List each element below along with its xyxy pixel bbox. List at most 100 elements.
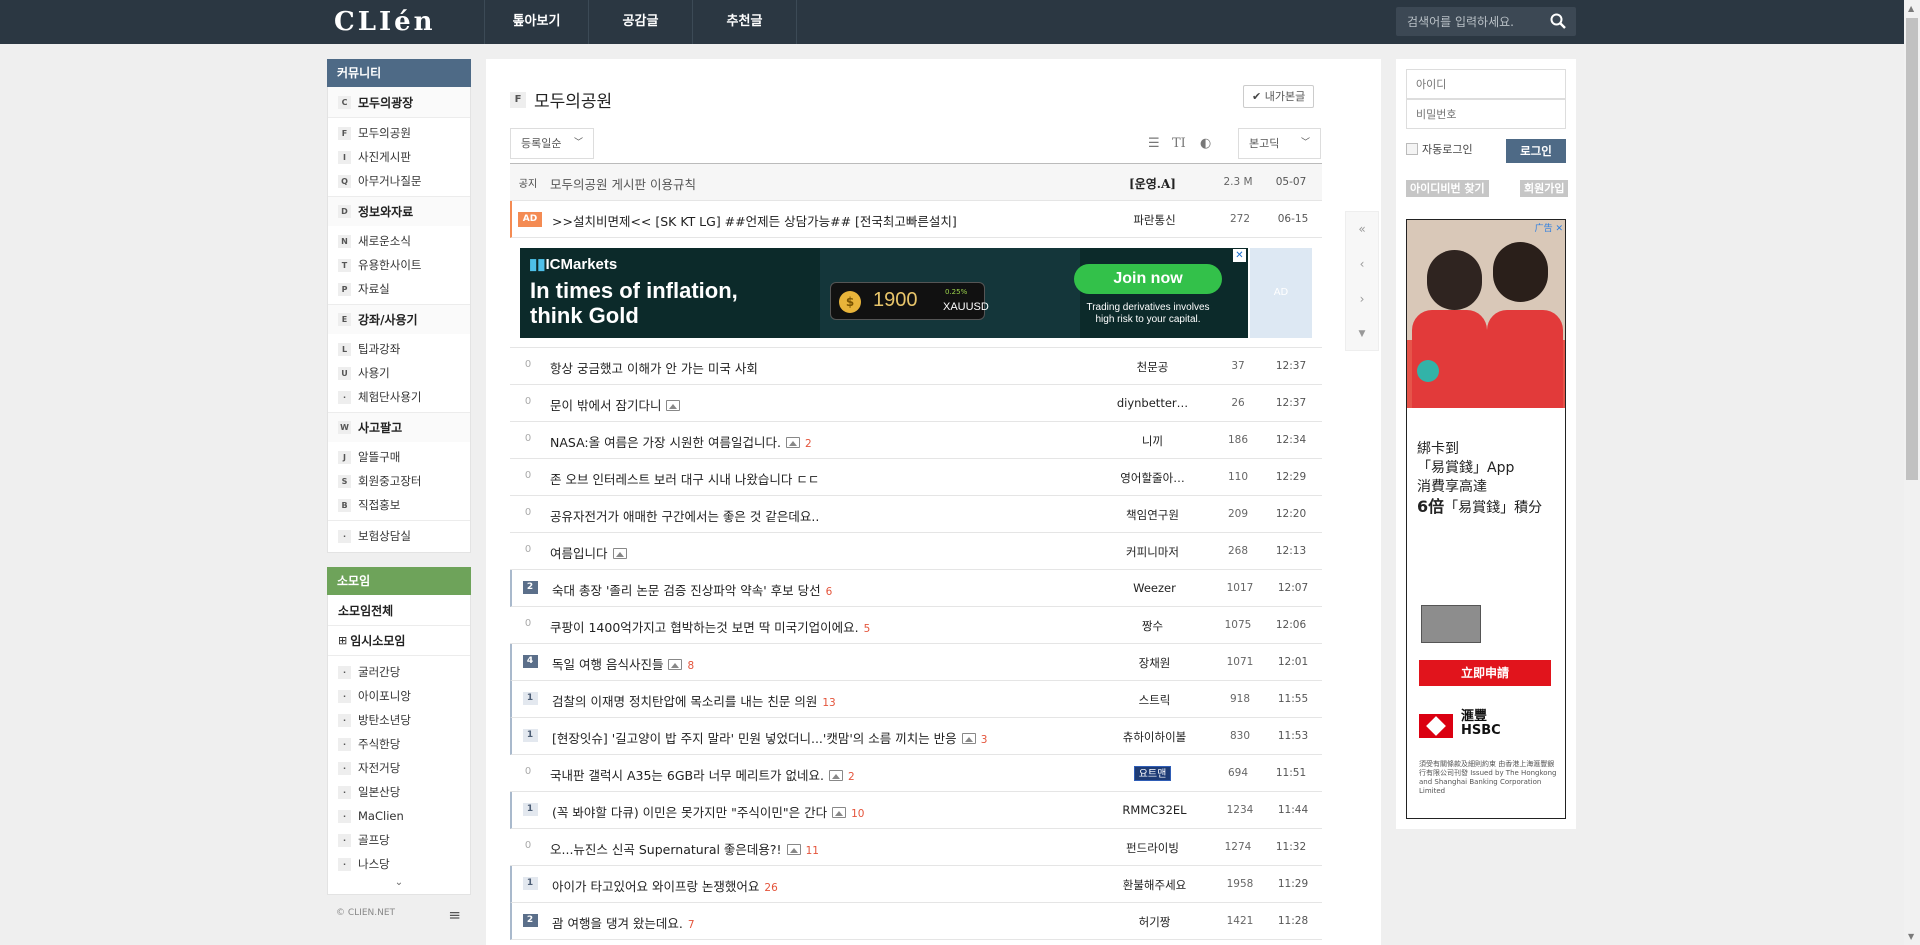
- prev-page-icon[interactable]: ‹: [1346, 247, 1378, 282]
- inline-ad-banner[interactable]: ▮▮ICMarkets In times of inflation, think …: [520, 248, 1248, 338]
- post-author[interactable]: 환불해주세요: [1097, 877, 1212, 893]
- post-row[interactable]: 0 NASA:올 여름은 가장 시원한 여름일겁니다. 2 니끼 186 12:34: [510, 422, 1322, 459]
- first-page-icon[interactable]: «: [1346, 212, 1378, 247]
- sidebar-somoim-header[interactable]: 소모임: [327, 567, 471, 595]
- sidebar-somoim-all[interactable]: 소모임전체: [328, 595, 470, 625]
- post-author[interactable]: 니끼: [1095, 433, 1210, 449]
- nav-item-browse[interactable]: 톺아보기: [485, 0, 589, 44]
- sidebar-item-market[interactable]: S 회원중고장터: [328, 469, 470, 493]
- sidebar-somoim-item[interactable]: · 주식한당: [328, 732, 470, 756]
- ad-choices-icon[interactable]: 广告 ✕: [1535, 221, 1563, 234]
- post-author[interactable]: 커피니마저: [1095, 544, 1210, 560]
- comment-count[interactable]: 8: [687, 660, 694, 672]
- menu-icon[interactable]: ≡: [448, 906, 461, 924]
- sidebar-somoim-item[interactable]: · 일본산당: [328, 780, 470, 804]
- auto-login-checkbox[interactable]: 자동로그인: [1406, 141, 1473, 157]
- scroll-up-icon[interactable]: ▲: [1908, 4, 1914, 13]
- post-row[interactable]: 1 아이가 타고있어요 와이프랑 논쟁했어요 26 환불해주세요 1958 11:29: [510, 866, 1322, 903]
- sidebar-somoim-item[interactable]: · MaClien: [328, 804, 470, 828]
- post-title[interactable]: (꼭 봐야할 다큐) 이민은 못가지만 "주식이민"은 간다 10: [552, 802, 1097, 821]
- post-author[interactable]: 스트릭: [1097, 692, 1212, 708]
- sidebar-item-tips[interactable]: L 팁과강좌: [328, 337, 470, 361]
- search-input[interactable]: [1396, 7, 1544, 36]
- sidebar-somoim-item[interactable]: · 나스당: [328, 852, 470, 876]
- sidebar-item-files[interactable]: P 자료실: [328, 277, 470, 301]
- post-author[interactable]: Weezer: [1097, 581, 1212, 595]
- font-select[interactable]: 본고딕 ﹀: [1238, 128, 1321, 159]
- post-title[interactable]: 쿠팡이 1400억가지고 협박하는것 보면 딱 미국기업이에요. 5: [550, 617, 1095, 636]
- post-title[interactable]: 모두의공원 게시판 이용규칙: [550, 174, 1095, 193]
- post-title[interactable]: 숙대 총장 '졸리 논문 검증 진상파악 약속' 후보 당선 6: [552, 580, 1097, 599]
- font-size-icon[interactable]: TI: [1172, 136, 1186, 151]
- comment-count[interactable]: 10: [851, 808, 864, 820]
- user-id-input[interactable]: [1406, 69, 1566, 99]
- post-author[interactable]: 짱수: [1095, 618, 1210, 634]
- list-view-icon[interactable]: ☰: [1148, 136, 1160, 151]
- post-author[interactable]: diynbetter…: [1095, 396, 1210, 410]
- post-author[interactable]: 책임연구원: [1095, 507, 1210, 523]
- nav-item-recommended[interactable]: 추천글: [693, 0, 797, 44]
- post-title[interactable]: 존 오브 인터레스트 보러 대구 시내 나왔습니다 ㄷㄷ: [550, 469, 1095, 488]
- post-author[interactable]: 펀드라이빙: [1095, 840, 1210, 856]
- post-row[interactable]: 0 여름입니다 커피니마저 268 12:13: [510, 533, 1322, 570]
- chevron-down-icon[interactable]: ⌄: [328, 876, 470, 894]
- sidebar-category[interactable]: C 모두의광장: [328, 87, 470, 117]
- comment-count[interactable]: 6: [826, 586, 833, 598]
- post-author[interactable]: 영어할줄아…: [1095, 470, 1210, 486]
- sidebar-category[interactable]: D 정보와자료: [328, 196, 470, 226]
- post-row[interactable]: 0 존 오브 인터레스트 보러 대구 시내 나왔습니다 ㄷㄷ 영어할줄아… 110 12…: [510, 459, 1322, 496]
- post-row[interactable]: 0 항상 궁금했고 이해가 안 가는 미국 사회 천문공 37 12:37: [510, 348, 1322, 385]
- nav-item-sympathy[interactable]: 공감글: [589, 0, 693, 44]
- ad-post-row[interactable]: AD >>설치비면제<< [SK KT LG] ##언제든 상담가능## [전국…: [510, 201, 1322, 238]
- post-row[interactable]: 2 숙대 총장 '졸리 논문 검증 진상파악 약속' 후보 당선 6 Weezer 10…: [510, 570, 1322, 607]
- post-author[interactable]: 요트맨: [1095, 766, 1210, 781]
- next-page-icon[interactable]: ›: [1346, 282, 1378, 317]
- sidebar-category[interactable]: E 강좌/사용기: [328, 304, 470, 334]
- ad-apply-button[interactable]: 立即申請: [1419, 660, 1551, 686]
- sidebar-item-park[interactable]: F 모두의공원: [328, 121, 470, 145]
- post-author[interactable]: 파란통신: [1097, 212, 1212, 228]
- sidebar-item-deals[interactable]: J 알뜰구매: [328, 445, 470, 469]
- comment-count[interactable]: 5: [864, 623, 871, 635]
- scroll-down-icon[interactable]: ▼: [1908, 932, 1914, 941]
- post-row[interactable]: 2 괌 여행을 댕겨 왔는데요. 7 허기짱 1421 11:28: [510, 903, 1322, 940]
- post-title[interactable]: 문이 밖에서 잠기다니: [550, 395, 1095, 414]
- page-title[interactable]: 모두의공원: [534, 87, 612, 112]
- post-author[interactable]: 천문공: [1095, 359, 1210, 375]
- post-author[interactable]: [운영.A]: [1095, 175, 1210, 192]
- sidebar-item-sites[interactable]: T 유용한사이트: [328, 253, 470, 277]
- sidebar-item-news[interactable]: N 새로운소식: [328, 229, 470, 253]
- post-title[interactable]: 독일 여행 음식사진들 8: [552, 654, 1097, 673]
- post-row[interactable]: 4 독일 여행 음식사진들 8 장채원 1071 12:01: [510, 644, 1322, 681]
- sidebar-somoim-item[interactable]: · 아이포니앙: [328, 684, 470, 708]
- scroll-down-icon[interactable]: ▼: [1346, 317, 1378, 352]
- scrollbar-thumb[interactable]: [1906, 18, 1918, 480]
- sidebar-item-promo[interactable]: B 직접홍보: [328, 493, 470, 517]
- post-title[interactable]: 아이가 타고있어요 와이프랑 논쟁했어요 26: [552, 876, 1097, 895]
- sidebar-item-reviews[interactable]: U 사용기: [328, 361, 470, 385]
- search-icon[interactable]: [1550, 13, 1566, 32]
- post-row[interactable]: 0 공유자전거가 애매한 구간에서는 좋은 것 같은데요.. 책임연구원 209 12:…: [510, 496, 1322, 533]
- sidebar-somoim-item[interactable]: · 자전거당: [328, 756, 470, 780]
- sidebar-somoim-item[interactable]: · 골프당: [328, 828, 470, 852]
- post-author[interactable]: RMMC32EL: [1097, 803, 1212, 817]
- comment-count[interactable]: 13: [822, 697, 835, 709]
- notice-row[interactable]: 공지 모두의공원 게시판 이용규칙 [운영.A] 2.3 M 05-07: [510, 164, 1322, 201]
- comment-count[interactable]: 2: [848, 771, 855, 783]
- post-author[interactable]: 츄하이하이볼: [1097, 729, 1212, 745]
- sidebar-item-photo[interactable]: I 사진게시판: [328, 145, 470, 169]
- sidebar-somoim-item[interactable]: · 굴러간당: [328, 660, 470, 684]
- sidebar-item-insurance[interactable]: · 보험상담실: [328, 524, 470, 548]
- sidebar-category[interactable]: W 사고팔고: [328, 412, 470, 442]
- post-author[interactable]: 허기짱: [1097, 914, 1212, 930]
- post-title[interactable]: 항상 궁금했고 이해가 안 가는 미국 사회: [550, 358, 1095, 377]
- password-input[interactable]: [1406, 99, 1566, 129]
- post-title[interactable]: NASA:올 여름은 가장 시원한 여름일겁니다. 2: [550, 432, 1095, 451]
- comment-count[interactable]: 7: [688, 919, 695, 931]
- sidebar-somoim-temp[interactable]: ⊞ 임시소모임: [328, 625, 470, 655]
- post-row[interactable]: 1 검찰의 이재명 정치탄압에 목소리를 내는 친문 의원 13 스트릭 918 11:5…: [510, 681, 1322, 718]
- post-row[interactable]: 1 (꼭 봐야할 다큐) 이민은 못가지만 "주식이민"은 간다 10 RMMC32E…: [510, 792, 1322, 829]
- post-row[interactable]: 0 국내판 갤럭시 A35는 6GB라 너무 메리트가 없네요. 2 요트맨 694 11…: [510, 755, 1322, 792]
- post-title[interactable]: 괌 여행을 댕겨 왔는데요. 7: [552, 913, 1097, 932]
- sort-select[interactable]: 등록일순 ﹀: [510, 128, 594, 159]
